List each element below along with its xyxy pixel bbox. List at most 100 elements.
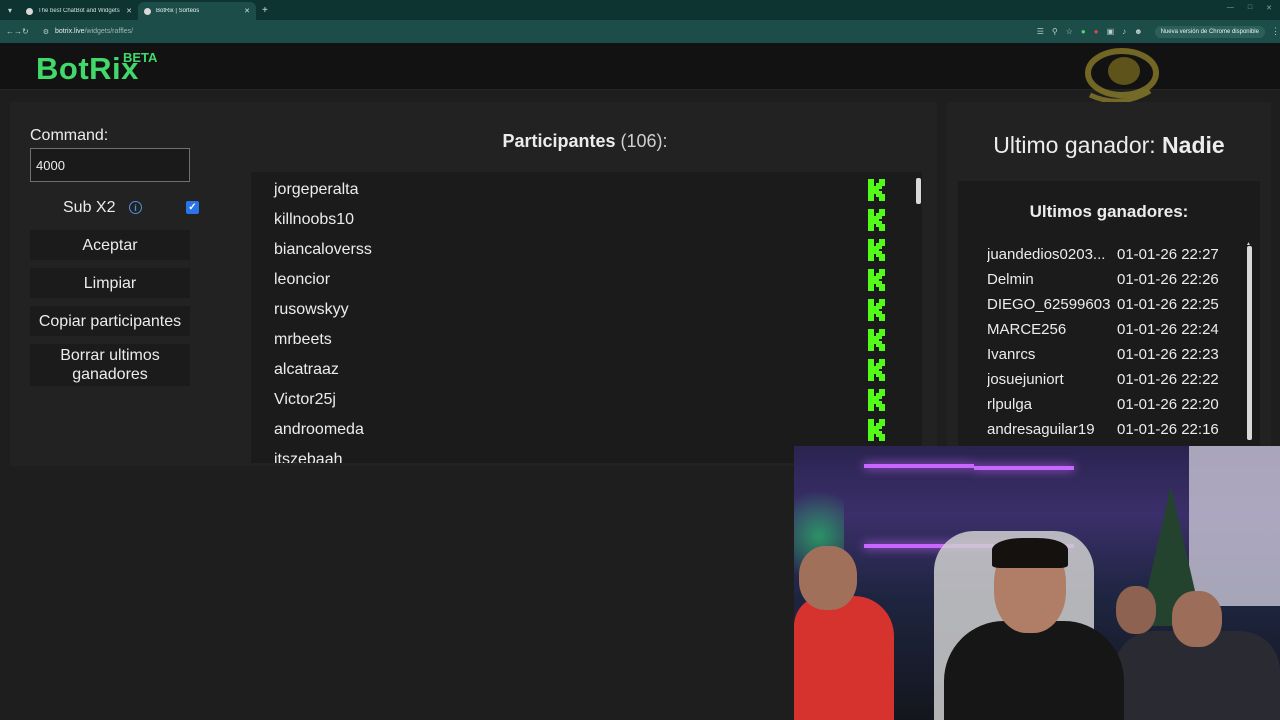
participants-title: Participantes xyxy=(502,131,616,151)
browser-tabbar: ▾ The best ChatBot and Widgets ✕ BotRix … xyxy=(0,0,1280,20)
winner-name: rlpulga xyxy=(987,396,1033,413)
participant-name: alcatraaz xyxy=(274,361,339,378)
neon-shelf xyxy=(974,466,1074,470)
participant-name: Victor25j xyxy=(274,391,336,408)
participant-name: rusowskyy xyxy=(274,301,349,318)
winner-time: 01-01-26 22:24 xyxy=(1117,321,1219,338)
winner-time: 01-01-26 22:23 xyxy=(1117,346,1219,363)
tab-favicon-icon xyxy=(26,7,33,15)
browser-toolbar: ← → ↻ ⚙ botrix.live/widgets/raffles/ ☰ ⚲… xyxy=(0,20,1280,43)
chrome-update-button[interactable]: Nueva versión de Chrome disponible xyxy=(1154,25,1265,38)
extension-green-icon[interactable]: ● xyxy=(1081,27,1086,36)
clear-button[interactable]: Limpiar xyxy=(30,268,190,298)
winner-row: josuejuniort 01-01-26 22:22 xyxy=(987,371,1227,396)
participant-name: mrbeets xyxy=(274,331,332,348)
url-host: botrix.live xyxy=(54,28,85,35)
address-bar[interactable]: ⚙ botrix.live/widgets/raffles/ xyxy=(37,23,977,40)
list-item: jorgeperalta xyxy=(251,174,914,204)
site-info-icon[interactable]: ⚙ xyxy=(43,28,49,36)
winner-time: 01-01-26 22:26 xyxy=(1117,271,1219,288)
winner-name: andresaguilar19 xyxy=(987,421,1095,438)
last-winner: Ultimo ganador: Nadie xyxy=(958,132,1260,159)
neon-shelf xyxy=(864,464,974,468)
winner-row: rlpulga 01-01-26 22:20 xyxy=(987,396,1227,421)
winner-row: MARCE256 01-01-26 22:24 xyxy=(987,321,1227,346)
winner-name: Delmin xyxy=(987,271,1034,288)
participants-count: (106): xyxy=(620,131,668,151)
channel-logo-icon xyxy=(1085,48,1159,104)
list-item: leoncior xyxy=(251,264,914,294)
winners-scroll-thumb[interactable] xyxy=(1247,246,1252,440)
beta-badge: BETA xyxy=(123,50,158,65)
browser-menu-icon[interactable]: ⋮ xyxy=(1271,26,1280,37)
bookmark-star-icon[interactable]: ☆ xyxy=(1066,27,1073,36)
last-winner-name: Nadie xyxy=(1162,132,1225,158)
last-winners-title: Ultimos ganadores: xyxy=(1029,202,1189,221)
winner-time: 01-01-26 22:25 xyxy=(1117,296,1219,313)
person-head xyxy=(799,546,857,610)
person-head xyxy=(1172,591,1222,647)
winner-row: DIEGO_62599603 01-01-26 22:25 xyxy=(987,296,1227,321)
winner-name: Ivanrcs xyxy=(987,346,1036,363)
tab-botrix-sorteos[interactable]: BotRix | Sorteos ✕ xyxy=(138,2,256,20)
kick-icon xyxy=(868,389,885,411)
new-tab-button[interactable]: + xyxy=(262,5,268,16)
participant-name: biancaloverss xyxy=(274,241,372,258)
kick-icon xyxy=(868,239,885,261)
kick-icon xyxy=(868,329,885,351)
extensions-area: ☰ ⚲ ☆ ● ● ▣ ♪ ☻ xyxy=(1037,27,1143,36)
back-icon[interactable]: ← xyxy=(6,27,14,36)
command-label: Command: xyxy=(30,127,109,144)
person-red-shirt xyxy=(794,596,894,720)
site-header: BotRix BETA xyxy=(0,43,1280,104)
last-winners-list[interactable]: Ultimos ganadores: juandedios0203... 01-… xyxy=(958,181,1260,446)
list-item: mrbeets xyxy=(251,324,914,354)
participant-name: itszebaah xyxy=(274,451,343,463)
list-item: alcatraaz xyxy=(251,354,914,384)
last-winner-label: Ultimo ganador: xyxy=(993,132,1156,158)
tab-title: BotRix | Sorteos xyxy=(156,8,200,14)
window-close-icon[interactable]: ✕ xyxy=(1266,4,1272,12)
participant-name: killnoobs10 xyxy=(274,211,355,228)
tab-search-icon[interactable]: ▾ xyxy=(0,0,20,20)
accept-button[interactable]: Aceptar xyxy=(30,230,190,260)
webcam-overlay xyxy=(794,446,1280,720)
copy-participants-button[interactable]: Copiar participantes xyxy=(30,306,190,336)
reload-icon[interactable]: ↻ xyxy=(22,27,29,36)
kick-icon xyxy=(868,359,885,381)
tab-chatbot[interactable]: The best ChatBot and Widgets ✕ xyxy=(20,2,138,20)
list-item: androomeda xyxy=(251,414,914,444)
winner-row: Delmin 01-01-26 22:26 xyxy=(987,271,1227,296)
tab-close-icon[interactable]: ✕ xyxy=(126,7,132,15)
extension-red-icon[interactable]: ● xyxy=(1094,27,1099,36)
list-item: killnoobs10 xyxy=(251,204,914,234)
translate-icon[interactable]: ☰ xyxy=(1037,27,1044,36)
url-path: /widgets/raffles/ xyxy=(84,28,134,35)
list-item: Victor25j xyxy=(251,384,914,414)
winner-name: josuejuniort xyxy=(987,371,1064,388)
delete-last-winners-button[interactable]: Borrar ultimos ganadores xyxy=(30,344,190,386)
profile-avatar-icon[interactable]: ☻ xyxy=(1134,27,1142,36)
maximize-icon[interactable]: □ xyxy=(1248,4,1252,12)
participants-list[interactable]: jorgeperalta killnoobs10 biancaloverss l… xyxy=(251,172,914,463)
kick-icon xyxy=(868,419,885,441)
command-input[interactable] xyxy=(30,148,190,182)
info-icon[interactable]: i xyxy=(129,201,142,214)
list-item: rusowskyy xyxy=(251,294,914,324)
kick-icon xyxy=(868,269,885,291)
participants-scroll-thumb[interactable] xyxy=(916,178,921,204)
tab-favicon-icon xyxy=(144,7,151,15)
participants-scrollbar[interactable] xyxy=(914,172,922,463)
extensions-puzzle-icon[interactable]: ▣ xyxy=(1107,27,1115,36)
minimize-icon[interactable]: — xyxy=(1227,4,1234,12)
tab-close-icon[interactable]: ✕ xyxy=(244,7,250,15)
sub-x2-checkbox[interactable]: ✓ xyxy=(186,201,199,214)
media-icon[interactable]: ♪ xyxy=(1122,27,1126,36)
winner-name: DIEGO_62599603 xyxy=(987,296,1111,313)
sub-x2-label: Sub X2 xyxy=(63,199,116,216)
winner-row: juandedios0203... 01-01-26 22:27 xyxy=(987,246,1227,271)
kick-icon xyxy=(868,179,885,201)
forward-icon[interactable]: → xyxy=(14,27,22,36)
participant-name: jorgeperalta xyxy=(274,181,359,198)
zoom-icon[interactable]: ⚲ xyxy=(1052,27,1058,36)
